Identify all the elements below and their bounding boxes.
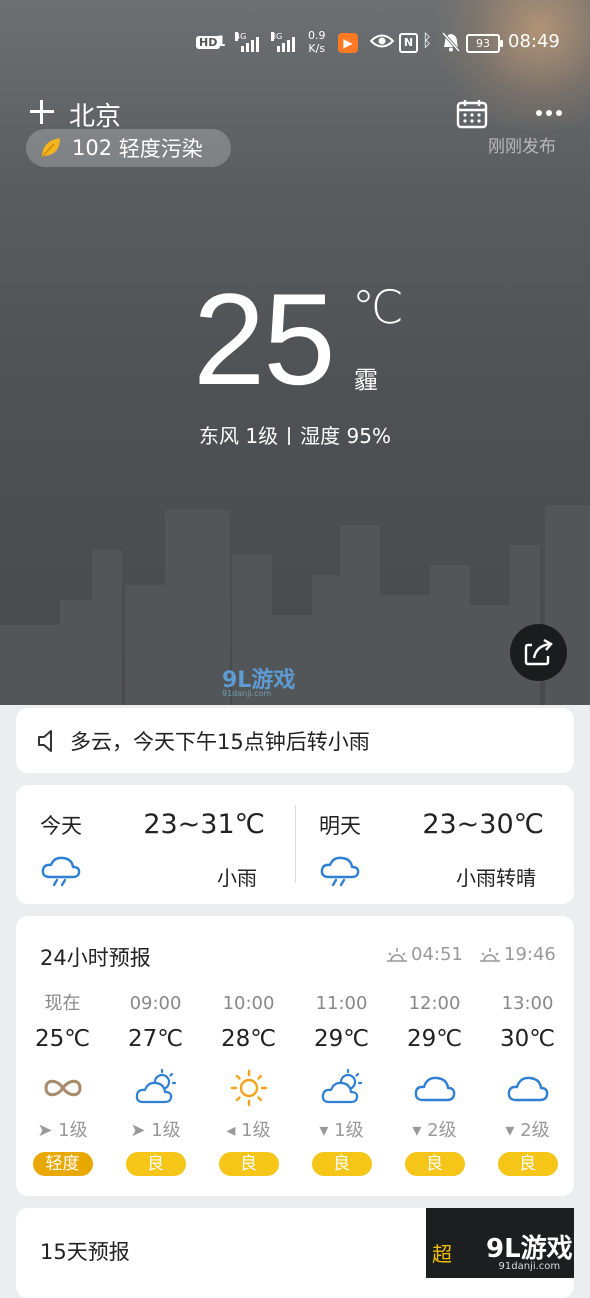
mute-bell-icon bbox=[442, 32, 460, 52]
temp-range: 23~30℃ bbox=[422, 809, 544, 840]
notice-text: 多云，今天下午15点钟后转小雨 bbox=[70, 729, 370, 754]
hour-wind: ◂ 1级 bbox=[226, 1120, 271, 1141]
section-title: 24小时预报 bbox=[40, 946, 151, 970]
hour-time: 10:00 bbox=[222, 993, 275, 1014]
hour-time: 12:00 bbox=[408, 993, 461, 1014]
hour-item[interactable]: 12:00 29℃ ▾ 2级 良 bbox=[388, 990, 481, 1176]
wind-humidity: 东风 1级 湿度 95% bbox=[0, 420, 590, 449]
weather-notice[interactable]: 多云，今天下午15点钟后转小雨 bbox=[16, 708, 574, 773]
watermark: 9L游戏 91danji.com bbox=[486, 1234, 573, 1272]
aqi-badge[interactable]: 102 轻度污染 bbox=[26, 129, 231, 167]
more-link[interactable]: 超 bbox=[432, 1238, 452, 1267]
air-quality-badge: 良 bbox=[218, 1152, 279, 1176]
bluetooth-icon: ᛒ bbox=[422, 31, 433, 51]
hour-temp: 27℃ bbox=[127, 1026, 184, 1052]
rain-cloud-icon bbox=[320, 856, 360, 887]
hour-temp: 29℃ bbox=[313, 1026, 370, 1052]
hour-time: 13:00 bbox=[501, 993, 554, 1014]
hour-item[interactable]: 现在 25℃ ➤ 1级 轻度 bbox=[16, 990, 109, 1176]
air-quality-badge: 轻度 bbox=[32, 1152, 93, 1176]
current-condition: 霾 bbox=[354, 366, 378, 394]
sunrise-time: 04:51 bbox=[411, 944, 463, 965]
partly-cloudy-icon bbox=[321, 1068, 362, 1104]
hour-wind: ➤ 1级 bbox=[37, 1120, 88, 1141]
air-quality-badge: 良 bbox=[311, 1152, 372, 1176]
hour-time: 11:00 bbox=[315, 993, 368, 1014]
aqi-value: 102 bbox=[72, 136, 113, 160]
hour-temp: 30℃ bbox=[499, 1026, 556, 1052]
sim-indicator: 1 bbox=[216, 34, 226, 50]
sunrise-icon bbox=[387, 947, 407, 962]
hour-item[interactable]: 10:00 28℃ ◂ 1级 良 bbox=[202, 990, 295, 1176]
air-quality-badge: 良 bbox=[497, 1152, 558, 1176]
network-speed: 0.9 K/s bbox=[308, 29, 326, 55]
city-name[interactable]: 北京 bbox=[69, 96, 121, 133]
battery-indicator: 93 bbox=[466, 34, 503, 53]
status-bar: HD 1 4G 3G 0.9 K/s ▶ N ᛒ 93 08:49 bbox=[0, 28, 590, 60]
hour-temp: 28℃ bbox=[220, 1026, 277, 1052]
hour-time: 09:00 bbox=[129, 993, 182, 1014]
air-quality-badge: 良 bbox=[125, 1152, 186, 1176]
haze-icon bbox=[43, 1079, 82, 1097]
share-icon bbox=[524, 638, 553, 666]
sun-icon bbox=[230, 1069, 267, 1107]
air-quality-badge: 良 bbox=[404, 1152, 465, 1176]
leaf-icon bbox=[41, 138, 60, 158]
publish-time: 刚刚发布 bbox=[488, 137, 556, 157]
add-city-button[interactable] bbox=[28, 98, 56, 126]
watermark: 9L游戏 91danji.com bbox=[222, 668, 296, 698]
calendar-icon[interactable] bbox=[456, 98, 488, 130]
hour-temp: 25℃ bbox=[34, 1026, 91, 1052]
hour-wind: ▾ 1级 bbox=[319, 1120, 364, 1141]
rain-cloud-icon bbox=[41, 856, 81, 887]
signal-4g-icon: 4G bbox=[235, 32, 259, 52]
temp-range: 23~31℃ bbox=[143, 809, 265, 840]
hour-item[interactable]: 13:00 30℃ ▾ 2级 良 bbox=[481, 990, 574, 1176]
sunset-icon bbox=[480, 947, 500, 962]
tomorrow-column[interactable]: 明天 23~30℃ 小雨转晴 bbox=[295, 785, 574, 904]
day-condition: 小雨转晴 bbox=[456, 866, 536, 890]
app-notification-icon: ▶ bbox=[338, 33, 358, 53]
sunrise: 04:51 bbox=[386, 944, 463, 965]
signal-3g-icon: 3G bbox=[271, 32, 295, 52]
hour-wind: ➤ 1级 bbox=[130, 1120, 181, 1141]
hour-temp: 29℃ bbox=[406, 1026, 463, 1052]
speaker-icon bbox=[38, 729, 52, 752]
day-label: 今天 bbox=[40, 814, 82, 838]
weather-hero: HD 1 4G 3G 0.9 K/s ▶ N ᛒ 93 08:49 北京 102… bbox=[0, 0, 590, 705]
cloud-icon bbox=[507, 1076, 548, 1102]
hour-time: 现在 bbox=[44, 993, 81, 1014]
humidity-text: 湿度 95% bbox=[300, 424, 391, 448]
sun-glow bbox=[430, 0, 590, 130]
today-column[interactable]: 今天 23~31℃ 小雨 bbox=[16, 785, 295, 904]
day-label: 明天 bbox=[319, 814, 361, 838]
day-condition: 小雨 bbox=[217, 866, 257, 890]
aqi-label: 轻度污染 bbox=[118, 137, 203, 161]
nfc-icon: N bbox=[399, 33, 418, 53]
eye-comfort-icon bbox=[370, 34, 394, 48]
clock: 08:49 bbox=[508, 31, 560, 52]
more-options-icon[interactable] bbox=[536, 110, 562, 116]
cloud-icon bbox=[414, 1076, 455, 1102]
hour-wind: ▾ 2级 bbox=[412, 1120, 457, 1141]
wind-text: 东风 1级 bbox=[199, 424, 279, 448]
partly-cloudy-icon bbox=[135, 1068, 176, 1104]
hourly-forecast-card[interactable]: 24小时预报 04:51 19:46 现在 25℃ ➤ 1级 轻度 09:00 bbox=[16, 916, 574, 1196]
sunset: 19:46 bbox=[479, 944, 556, 965]
sunset-time: 19:46 bbox=[504, 944, 556, 965]
today-tomorrow-card[interactable]: 今天 23~31℃ 小雨 明天 23~30℃ 小雨转晴 bbox=[16, 785, 574, 904]
divider bbox=[288, 427, 291, 445]
hour-item[interactable]: 11:00 29℃ ▾ 1级 良 bbox=[295, 990, 388, 1176]
share-button[interactable] bbox=[510, 624, 567, 681]
temperature-unit: ℃ bbox=[352, 280, 404, 334]
section-title: 15天预报 bbox=[40, 1240, 130, 1264]
current-temperature: 25 bbox=[193, 266, 336, 412]
hour-wind: ▾ 2级 bbox=[505, 1120, 550, 1141]
hour-item[interactable]: 09:00 27℃ ➤ 1级 良 bbox=[109, 990, 202, 1176]
